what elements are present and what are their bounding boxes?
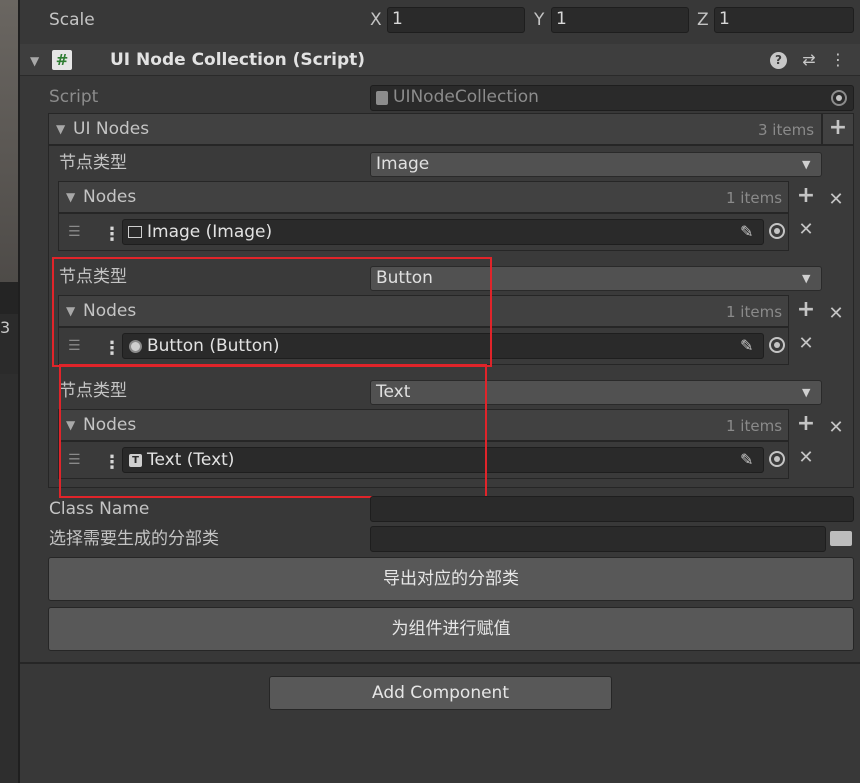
scale-y-field[interactable]: 1 bbox=[551, 7, 689, 33]
assign-components-button[interactable]: 为组件进行赋值 bbox=[48, 607, 854, 651]
image-icon bbox=[128, 226, 142, 238]
entry-2-nodes-count: 1 items bbox=[726, 303, 783, 321]
entry-1-nodes-label: Nodes bbox=[83, 187, 137, 207]
entry-1-target-icon[interactable] bbox=[769, 223, 785, 239]
kebab-menu-icon[interactable]: ⋮ bbox=[828, 50, 848, 69]
class-name-label: Class Name bbox=[49, 499, 150, 519]
script-target-icon bbox=[831, 90, 847, 106]
ui-nodes-foldout-icon[interactable]: ▼ bbox=[56, 122, 65, 136]
entry-1-edit-icon[interactable]: ✎ bbox=[740, 222, 753, 241]
entry-3-nodes-count: 1 items bbox=[726, 417, 783, 435]
component-divider bbox=[20, 662, 860, 664]
entry-1-dropdown-arrow-icon[interactable]: ▼ bbox=[802, 158, 810, 171]
scale-x-label[interactable]: X bbox=[370, 10, 382, 30]
entry-2-item-remove-button[interactable]: ✕ bbox=[796, 334, 816, 354]
script-field: UINodeCollection bbox=[370, 85, 854, 111]
entry-2-remove-button[interactable]: ✕ bbox=[826, 304, 846, 324]
entry-1-nodes-add-button[interactable]: + bbox=[795, 185, 817, 207]
entry-1-nodes-count: 1 items bbox=[726, 189, 783, 207]
scene-preview bbox=[0, 0, 18, 282]
entry-2-dropdown-arrow-icon[interactable]: ▼ bbox=[802, 272, 810, 285]
entry-1-type-value: Image bbox=[376, 154, 430, 174]
partial-class-label: 选择需要生成的分部类 bbox=[49, 529, 219, 549]
ui-nodes-label: UI Nodes bbox=[73, 119, 150, 139]
component-title: UI Node Collection (Script) bbox=[110, 50, 366, 70]
folder-icon[interactable] bbox=[830, 531, 852, 546]
scale-x-field[interactable]: 1 bbox=[387, 7, 525, 33]
entry-2-target-icon[interactable] bbox=[769, 337, 785, 353]
scale-z-field[interactable]: 1 bbox=[714, 7, 854, 33]
entry-1-object-field[interactable]: Image (Image) bbox=[122, 219, 764, 245]
presets-icon[interactable]: ⇄ bbox=[799, 50, 819, 69]
script-asset-icon bbox=[376, 91, 388, 105]
entry-1-item-menu-icon[interactable]: ⋮ bbox=[103, 224, 121, 245]
entry-3-remove-button[interactable]: ✕ bbox=[826, 418, 846, 438]
scene-separator bbox=[0, 282, 18, 314]
entry-2-nodes-add-button[interactable]: + bbox=[795, 299, 817, 321]
entry-3-dropdown-arrow-icon[interactable]: ▼ bbox=[802, 386, 810, 399]
entry-1-remove-button[interactable]: ✕ bbox=[826, 190, 846, 210]
entry-3-item-remove-button[interactable]: ✕ bbox=[796, 448, 816, 468]
highlight-box-button bbox=[52, 257, 492, 367]
entry-1-nodes-foldout-icon[interactable]: ▼ bbox=[66, 190, 75, 204]
add-component-button[interactable]: Add Component bbox=[269, 676, 612, 710]
entry-1-object-value: Image (Image) bbox=[147, 222, 273, 242]
scene-lower bbox=[0, 374, 18, 783]
entry-1-item-remove-button[interactable]: ✕ bbox=[796, 220, 816, 240]
scale-y-label[interactable]: Y bbox=[534, 10, 544, 30]
panel-divider bbox=[18, 0, 20, 783]
entry-1-drag-handle-icon[interactable]: ☰ bbox=[68, 224, 81, 240]
class-name-field[interactable] bbox=[370, 496, 854, 522]
component-foldout-icon[interactable]: ▼ bbox=[30, 54, 39, 68]
scene-value: 3 bbox=[0, 318, 11, 337]
entry-1-nodes-header[interactable] bbox=[58, 181, 789, 213]
ui-nodes-header[interactable] bbox=[48, 113, 822, 145]
script-label: Script bbox=[49, 87, 99, 107]
scale-label: Scale bbox=[49, 10, 95, 30]
scale-z-label[interactable]: Z bbox=[697, 10, 709, 30]
partial-class-field[interactable] bbox=[370, 526, 826, 552]
entry-3-target-icon[interactable] bbox=[769, 451, 785, 467]
ui-nodes-count: 3 items bbox=[758, 121, 815, 139]
export-partial-class-button[interactable]: 导出对应的分部类 bbox=[48, 557, 854, 601]
ui-nodes-add-button[interactable]: + bbox=[827, 117, 849, 139]
entry-3-nodes-add-button[interactable]: + bbox=[795, 413, 817, 435]
script-value: UINodeCollection bbox=[393, 87, 539, 107]
entry-1-type-label: 节点类型 bbox=[59, 153, 127, 173]
entry-1-type-dropdown[interactable]: Image bbox=[370, 152, 822, 177]
highlight-box-text bbox=[59, 364, 487, 498]
entry-3-edit-icon[interactable]: ✎ bbox=[740, 450, 753, 469]
help-icon[interactable]: ? bbox=[770, 52, 787, 69]
entry-2-edit-icon[interactable]: ✎ bbox=[740, 336, 753, 355]
script-icon: # bbox=[52, 50, 72, 70]
